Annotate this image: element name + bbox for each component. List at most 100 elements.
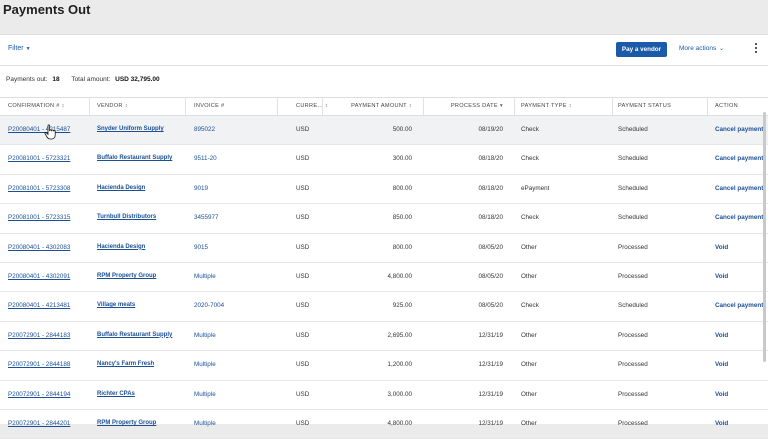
confirmation-link[interactable]: P20072901 - 2844194 [8,391,70,398]
scrollbar[interactable] [763,112,766,362]
total-amount-value: USD 32,795.00 [115,76,160,83]
sort-icon[interactable]: ↕ [125,103,128,109]
process-date-cell: 12/31/19 [478,361,503,369]
cancel-payment-link[interactable]: Cancel payment [715,126,763,133]
column-header-label: INVOICE # [194,103,225,109]
hand-cursor-icon [44,124,56,140]
payment-status-cell: Processed [618,361,648,369]
sort-icon[interactable]: ↕ [62,103,65,109]
invoice-number: Multiple [194,331,216,339]
column-header-label: ACTION [715,103,738,109]
process-date-cell: 08/19/20 [478,126,503,133]
confirmation-link[interactable]: P20081001 - 5723321 [8,155,70,162]
currency-cell: USD [296,243,310,251]
sort-icon[interactable]: ↕ [569,103,572,109]
column-header-vendor[interactable]: VENDOR ↕ [97,103,128,109]
column-divider[interactable] [707,98,708,115]
vendor-link[interactable]: Village meats [97,302,135,308]
payment-status-cell: Scheduled [618,184,648,192]
column-header-process-date[interactable]: PROCESS DATE ▾ [440,103,503,109]
cancel-payment-link[interactable]: Cancel payment [715,302,763,309]
invoice-number: 3455977 [194,214,219,222]
table-row: P20080401 - 4213481 Village meats 2020-700… [0,292,768,322]
invoice-number: 895022 [194,126,216,133]
currency-cell: USD [296,302,310,310]
column-header-payment-type[interactable]: PAYMENT TYPE ↕ [521,103,572,109]
currency-cell: USD [296,184,310,192]
vendor-link[interactable]: RPM Property Group [97,273,156,279]
invoice-number: 2020-7004 [194,302,225,310]
void-link[interactable]: Void [715,332,728,339]
payment-type-cell: Other [521,419,537,427]
invoice-number: Multiple [194,390,216,398]
confirmation-link[interactable]: P20072901 - 2844183 [8,332,70,339]
column-divider[interactable] [322,98,323,115]
vendor-link[interactable]: Hacienda Design [97,244,145,250]
confirmation-link[interactable]: P20072901 - 2844188 [8,361,70,368]
more-actions-button[interactable]: More actions ⌄ [679,45,724,52]
confirmation-link[interactable]: P20081001 - 5723315 [8,214,70,221]
sort-icon[interactable]: ↕ [409,103,412,109]
column-header-payment-amount[interactable]: PAYMENT AMOUNT ↕ [330,103,412,109]
confirmation-link[interactable]: P20080401 - 4302083 [8,244,70,251]
confirmation-link[interactable]: P20072901 - 2844201 [8,420,70,427]
vendor-link[interactable]: Hacienda Design [97,185,145,191]
confirmation-link[interactable]: P20081001 - 5723308 [8,185,70,192]
payment-status-cell: Scheduled [618,302,648,310]
table-header: CONFIRMATION # ↕ VENDOR ↕ INVOICE # CURRE... ↕… [0,97,768,116]
column-divider[interactable] [423,98,424,115]
column-divider[interactable] [514,98,515,115]
confirmation-link[interactable]: P20080401 - 4215487 [8,126,70,133]
column-divider[interactable] [185,98,186,115]
filter-button[interactable]: Filter ▼ [8,45,31,52]
cancel-payment-link[interactable]: Cancel payment [715,214,763,221]
column-header-label: PAYMENT STATUS [618,103,672,109]
cancel-payment-link[interactable]: Cancel payment [715,185,763,192]
column-divider[interactable] [277,98,278,115]
sort-icon[interactable]: ▾ [500,103,503,109]
cancel-payment-link[interactable]: Cancel payment [715,155,763,162]
table-row: P20072901 - 2844188 Nancy's Farm Fresh Mul… [0,351,768,381]
void-link[interactable]: Void [715,420,728,427]
payment-amount-cell: 500.00 [392,126,412,133]
column-header-confirmation[interactable]: CONFIRMATION # ↕ [8,103,65,109]
pay-vendor-button[interactable]: Pay a vendor [616,42,667,57]
vendor-link[interactable]: Buffalo Restaurant Supply [97,332,172,338]
void-link[interactable]: Void [715,273,728,280]
column-header-action: ACTION [715,103,738,109]
column-divider[interactable] [89,98,90,115]
total-amount-label: Total amount: [71,76,111,83]
table-row: P20081001 - 5723308 Hacienda Design 9019 US… [0,175,768,205]
vendor-link[interactable]: Nancy's Farm Fresh [97,361,154,367]
column-header-currency[interactable]: CURRE... ↕ [296,103,328,109]
kebab-menu-icon[interactable] [754,43,758,57]
vendor-link[interactable]: Richter CPAs [97,391,135,397]
table-row: P20072901 - 2844194 Richter CPAs Multiple U… [0,381,768,410]
filter-label: Filter [8,45,24,52]
payment-status-cell: Processed [618,419,648,427]
invoice-number: 9019 [194,184,209,192]
chevron-down-icon: ⌄ [719,46,725,52]
void-link[interactable]: Void [715,391,728,398]
vendor-link[interactable]: Buffalo Restaurant Supply [97,155,172,161]
payments-out-count: 18 [52,76,60,83]
void-link[interactable]: Void [715,244,728,251]
toolbar: Filter ▼ Pay a vendor More actions ⌄ [0,35,768,66]
payment-amount-cell: 850.00 [392,214,412,222]
column-header-invoice: INVOICE # [194,103,224,109]
confirmation-link[interactable]: P20080401 - 4302091 [8,273,70,280]
currency-cell: USD [296,331,310,339]
process-date-cell: 08/05/20 [478,272,503,280]
column-divider[interactable] [612,98,613,115]
payment-amount-cell: 800.00 [392,184,412,192]
vendor-link[interactable]: Turnbull Distributors [97,214,156,220]
page-title: Payments Out [3,2,91,17]
payment-status-cell: Processed [618,390,648,398]
vendor-link[interactable]: Snyder Uniform Supply [97,126,164,132]
void-link[interactable]: Void [715,361,728,368]
payment-amount-cell: 2,695.00 [387,331,412,339]
process-date-cell: 12/31/19 [478,390,503,398]
payment-amount-cell: 1,200.00 [387,361,412,369]
confirmation-link[interactable]: P20080401 - 4213481 [8,302,70,309]
sort-icon[interactable]: ↕ [325,103,328,109]
